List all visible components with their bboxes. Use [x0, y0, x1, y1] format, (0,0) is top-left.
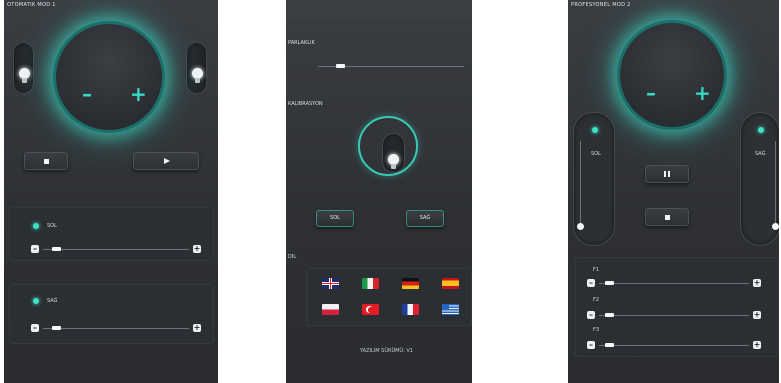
left-minus-button[interactable]: –: [31, 245, 39, 253]
uk-flag-icon[interactable]: [322, 278, 339, 289]
greece-flag-icon[interactable]: [442, 304, 459, 315]
france-flag-icon[interactable]: [402, 304, 419, 315]
turkey-flag-icon[interactable]: [362, 304, 379, 315]
right-status-dot: [758, 127, 764, 133]
brightness-slider-thumb[interactable]: [335, 64, 345, 68]
left-slider-track[interactable]: [43, 249, 189, 250]
left-calibrate-button[interactable]: SOL: [316, 210, 354, 227]
f1-slider-thumb[interactable]: [605, 281, 614, 285]
italy-flag-icon[interactable]: [362, 278, 379, 289]
software-version: YAZILIM SÜRÜMÜ: V1: [360, 348, 413, 354]
calibration-label: KALIBRASYON: [288, 101, 323, 107]
left-vertical-slider-track[interactable]: [580, 141, 581, 227]
f2-slider-thumb[interactable]: [605, 313, 614, 317]
f2-slider-track[interactable]: [599, 315, 749, 316]
automatic-mode-screen: OTOMATIK MOD 1 – + SOL – + SAĞ – +: [4, 0, 218, 383]
left-status-dot: [33, 223, 39, 229]
language-label: DIL: [288, 254, 297, 260]
knob-minus-button[interactable]: –: [82, 84, 92, 104]
f1-label: F1: [593, 267, 600, 273]
right-channel-label: SAĞ: [47, 298, 58, 304]
spain-flag-icon[interactable]: [442, 278, 459, 289]
settings-screen: PARLAKLIK KALIBRASYON SOL SAĞ DIL YAZILI…: [286, 0, 472, 383]
stop-button[interactable]: [645, 208, 689, 226]
f1-minus-button[interactable]: –: [587, 279, 595, 287]
pause-button[interactable]: [645, 165, 689, 183]
f3-label: F3: [593, 327, 600, 333]
right-calibrate-button[interactable]: SAĞ: [406, 210, 444, 227]
right-lamp-toggle[interactable]: [186, 42, 207, 94]
left-side-panel: SOL: [573, 112, 615, 246]
calibration-bulb-icon: [388, 154, 399, 170]
play-icon: [164, 157, 170, 164]
knob-plus-button[interactable]: +: [130, 84, 147, 104]
left-slider-thumb[interactable]: [51, 247, 61, 251]
right-channel-panel: SAĞ – +: [9, 284, 214, 344]
f1-plus-button[interactable]: +: [753, 279, 761, 287]
f2-label: F2: [593, 297, 600, 303]
right-bulb-icon: [192, 68, 203, 84]
top-bar: [286, 0, 472, 18]
intensity-knob[interactable]: – +: [56, 24, 162, 130]
left-channel-label: SOL: [47, 223, 57, 229]
knob-minus-button[interactable]: –: [646, 83, 656, 103]
left-plus-button[interactable]: +: [193, 245, 201, 253]
calibration-lamp[interactable]: [382, 133, 405, 173]
knob-plus-button[interactable]: +: [694, 83, 711, 103]
play-button[interactable]: [133, 152, 199, 170]
right-minus-button[interactable]: –: [31, 324, 39, 332]
stop-icon: [664, 214, 670, 220]
pause-icon: [664, 171, 670, 177]
left-channel-panel: SOL – +: [9, 207, 214, 261]
left-vertical-slider-thumb[interactable]: [577, 223, 584, 230]
f3-slider-thumb[interactable]: [605, 343, 614, 347]
screen-title: PROFESYONEL MOD 2: [571, 2, 631, 8]
right-slider-thumb[interactable]: [51, 326, 61, 330]
f3-plus-button[interactable]: +: [753, 341, 761, 349]
left-side-label: SOL: [591, 151, 601, 157]
left-status-dot: [592, 127, 598, 133]
right-vertical-slider-thumb[interactable]: [772, 223, 779, 230]
f1-slider-track[interactable]: [599, 283, 749, 284]
frequency-panel: F1 – + F2 – + F3 – +: [575, 257, 779, 357]
professional-mode-screen: PROFESYONEL MOD 2 – + SOL SAĞ F1 – + F2 …: [568, 0, 779, 383]
left-lamp-toggle[interactable]: [13, 42, 34, 94]
germany-flag-icon[interactable]: [402, 278, 419, 289]
right-side-label: SAĞ: [755, 151, 766, 157]
stop-icon: [43, 158, 49, 164]
right-slider-track[interactable]: [43, 328, 189, 329]
language-panel: [306, 268, 472, 326]
right-vertical-slider-track[interactable]: [775, 141, 776, 227]
right-side-panel: SAĞ: [740, 112, 779, 246]
intensity-knob[interactable]: – +: [620, 23, 724, 127]
f3-minus-button[interactable]: –: [587, 341, 595, 349]
right-status-dot: [33, 298, 39, 304]
f2-minus-button[interactable]: –: [587, 311, 595, 319]
screen-title: OTOMATIK MOD 1: [7, 2, 56, 8]
f3-slider-track[interactable]: [599, 345, 749, 346]
brightness-label: PARLAKLIK: [288, 40, 315, 46]
poland-flag-icon[interactable]: [322, 304, 339, 315]
right-plus-button[interactable]: +: [193, 324, 201, 332]
f2-plus-button[interactable]: +: [753, 311, 761, 319]
left-bulb-icon: [19, 68, 30, 84]
stop-button[interactable]: [24, 152, 68, 170]
